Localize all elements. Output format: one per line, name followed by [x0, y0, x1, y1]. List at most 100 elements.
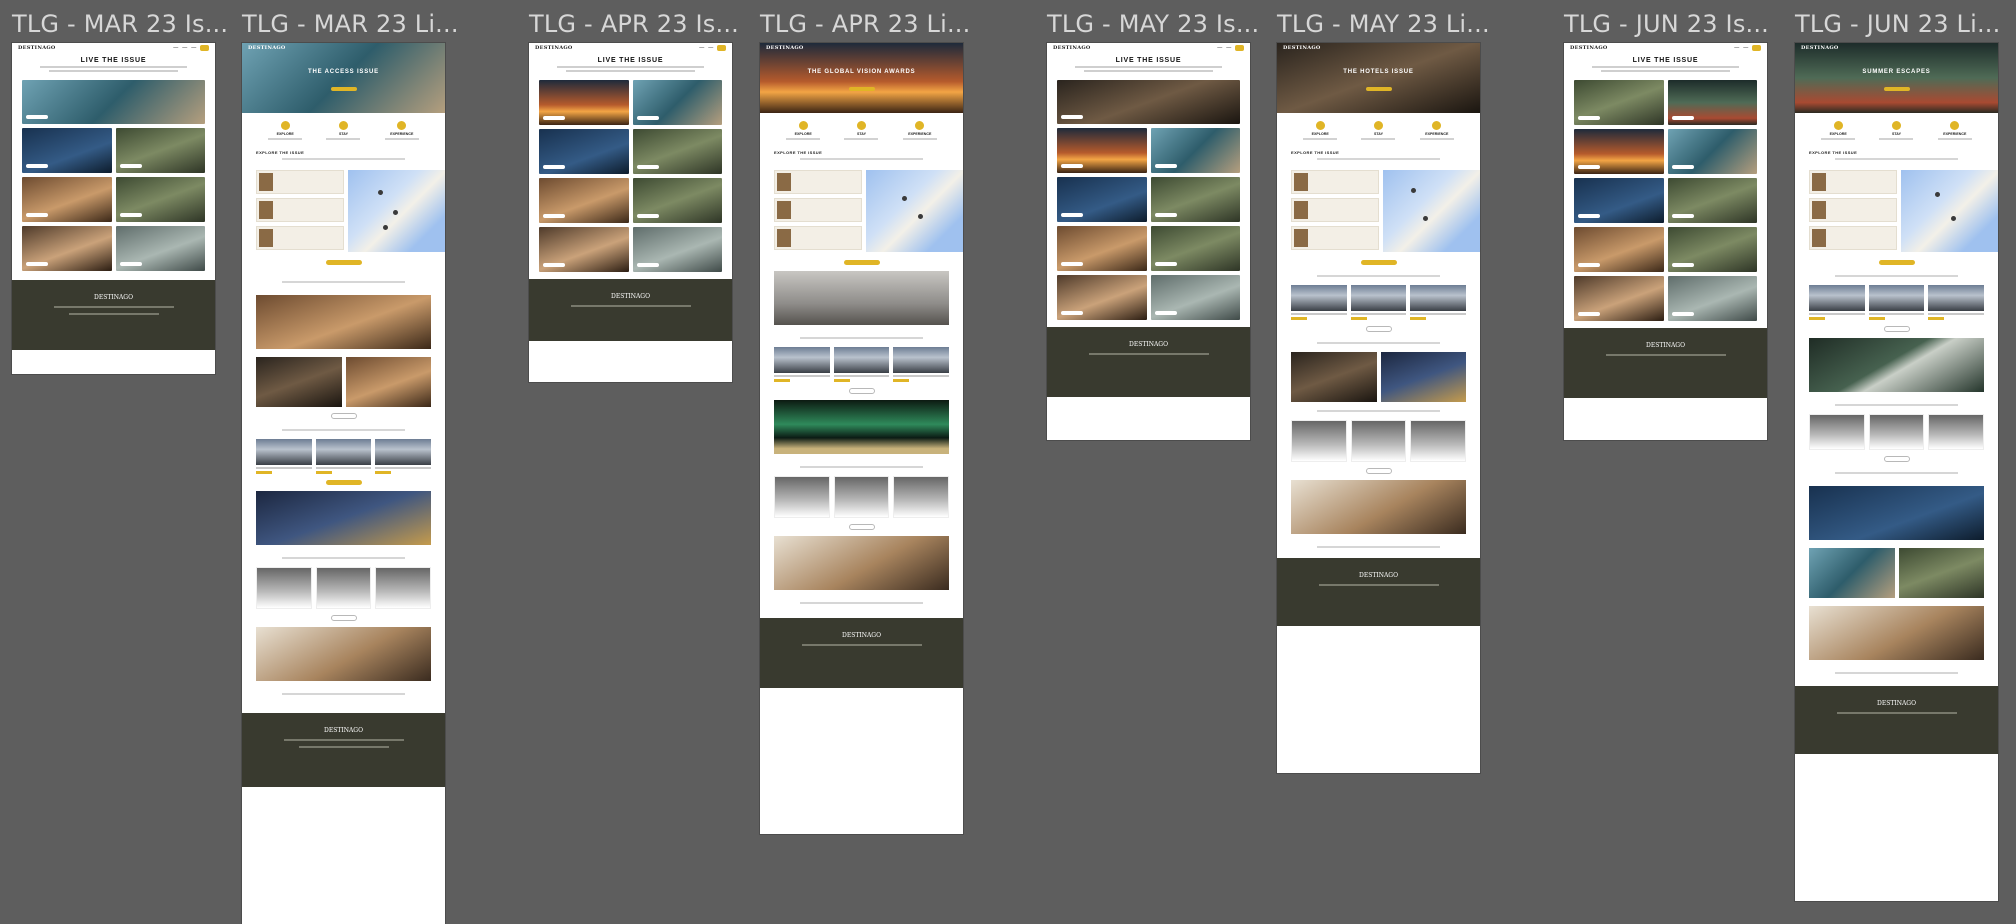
timeshare-card[interactable]: [893, 476, 950, 518]
promo-banner[interactable]: [1809, 486, 1984, 540]
cta-button[interactable]: [843, 260, 880, 265]
promo-banner[interactable]: [1291, 480, 1466, 534]
subscribe-button[interactable]: [717, 45, 726, 51]
story-tile[interactable]: [1150, 128, 1240, 173]
more-button[interactable]: [848, 388, 875, 394]
story-tile[interactable]: [1667, 80, 1757, 125]
promo-tile[interactable]: [1291, 352, 1377, 402]
timeshare-card[interactable]: [375, 567, 432, 609]
promo-banner[interactable]: [256, 295, 431, 349]
timeshare-card[interactable]: [1350, 420, 1407, 462]
promo-banner[interactable]: [256, 491, 431, 545]
story-tile[interactable]: [539, 178, 629, 223]
story-tile[interactable]: [1057, 128, 1147, 173]
timeshare-card[interactable]: [1291, 420, 1347, 462]
logo[interactable]: DESTINAGO: [1570, 45, 1608, 51]
list-item[interactable]: [1291, 198, 1379, 222]
promo-tile[interactable]: [256, 357, 342, 407]
frame-label[interactable]: TLG - MAR 23 Li...: [242, 10, 459, 38]
story-tile[interactable]: [1574, 276, 1664, 321]
hotel-card[interactable]: [1291, 285, 1347, 320]
more-button[interactable]: [1365, 468, 1392, 474]
hotel-card[interactable]: [774, 347, 830, 382]
promo-banner[interactable]: [256, 627, 431, 681]
frame-label[interactable]: TLG - MAR 23 Is...: [12, 10, 228, 38]
story-tile[interactable]: [539, 227, 629, 272]
hotel-card[interactable]: [315, 439, 372, 474]
logo[interactable]: DESTINAGO: [766, 45, 804, 51]
map[interactable]: [866, 170, 963, 252]
list-item[interactable]: [1291, 226, 1379, 250]
list-item[interactable]: [1809, 198, 1897, 222]
story-tile[interactable]: [632, 178, 722, 223]
list-item[interactable]: [1809, 170, 1897, 194]
story-tile[interactable]: [1574, 80, 1664, 125]
hotel-card[interactable]: [375, 439, 432, 474]
timeshare-card[interactable]: [315, 567, 372, 609]
story-tile[interactable]: [115, 128, 205, 173]
story-tile[interactable]: [1574, 227, 1664, 272]
hotel-card[interactable]: [1868, 285, 1925, 320]
more-button[interactable]: [848, 524, 875, 530]
hotel-card[interactable]: [1928, 285, 1985, 320]
more-button[interactable]: [1883, 326, 1910, 332]
story-tile[interactable]: [115, 226, 205, 271]
list-item[interactable]: [1809, 226, 1897, 250]
story-tile[interactable]: [22, 80, 205, 124]
frame-label[interactable]: TLG - APR 23 Is...: [529, 10, 739, 38]
frame-label[interactable]: TLG - APR 23 Li...: [760, 10, 970, 38]
list-item[interactable]: [1291, 170, 1379, 194]
list-item[interactable]: [256, 170, 344, 194]
story-tile[interactable]: [1667, 129, 1757, 174]
story-tile[interactable]: [632, 129, 722, 174]
logo[interactable]: DESTINAGO: [1801, 45, 1839, 51]
story-tile[interactable]: [1667, 178, 1757, 223]
story-tile[interactable]: [22, 177, 112, 222]
story-tile[interactable]: [1150, 177, 1240, 222]
logo[interactable]: DESTINAGO: [535, 45, 573, 51]
list-item[interactable]: [256, 198, 344, 222]
hotel-card[interactable]: [1350, 285, 1407, 320]
story-tile[interactable]: [632, 80, 722, 125]
hero-button[interactable]: [1883, 87, 1910, 91]
cta-button[interactable]: [325, 260, 362, 265]
list-item[interactable]: [774, 170, 862, 194]
hero-button[interactable]: [1365, 87, 1392, 91]
hotel-card[interactable]: [1809, 285, 1865, 320]
logo[interactable]: DESTINAGO: [248, 45, 286, 51]
map[interactable]: [1383, 170, 1480, 252]
cta-button[interactable]: [1878, 260, 1915, 265]
list-item[interactable]: [774, 226, 862, 250]
map[interactable]: [348, 170, 445, 252]
hotel-card[interactable]: [256, 439, 312, 474]
frame-label[interactable]: TLG - JUN 23 Is...: [1564, 10, 1769, 38]
story-tile[interactable]: [1667, 276, 1757, 321]
story-tile[interactable]: [1057, 275, 1147, 320]
timeshare-card[interactable]: [774, 476, 830, 518]
story-tile[interactable]: [22, 128, 112, 173]
more-button[interactable]: [330, 615, 357, 621]
hotel-card[interactable]: [833, 347, 890, 382]
story-tile[interactable]: [1667, 227, 1757, 272]
map[interactable]: [1901, 170, 1998, 252]
promo-tile[interactable]: [1380, 352, 1466, 402]
timeshare-card[interactable]: [833, 476, 890, 518]
promo-banner[interactable]: [1809, 338, 1984, 392]
timeshare-card[interactable]: [1868, 414, 1925, 450]
subscribe-button[interactable]: [1235, 45, 1244, 51]
logo[interactable]: DESTINAGO: [18, 45, 56, 51]
more-button[interactable]: [1365, 326, 1392, 332]
story-tile[interactable]: [1057, 80, 1240, 124]
story-tile[interactable]: [1574, 129, 1664, 174]
promo-tile[interactable]: [1809, 548, 1895, 598]
hotel-card[interactable]: [1410, 285, 1467, 320]
story-tile[interactable]: [1057, 226, 1147, 271]
frame-label[interactable]: TLG - JUN 23 Li...: [1795, 10, 2000, 38]
cta-button[interactable]: [325, 480, 362, 485]
cta-button[interactable]: [1360, 260, 1397, 265]
hotel-card[interactable]: [893, 347, 950, 382]
more-button[interactable]: [330, 413, 357, 419]
timeshare-card[interactable]: [1410, 420, 1467, 462]
story-tile[interactable]: [1574, 178, 1664, 223]
hero-button[interactable]: [330, 87, 357, 91]
